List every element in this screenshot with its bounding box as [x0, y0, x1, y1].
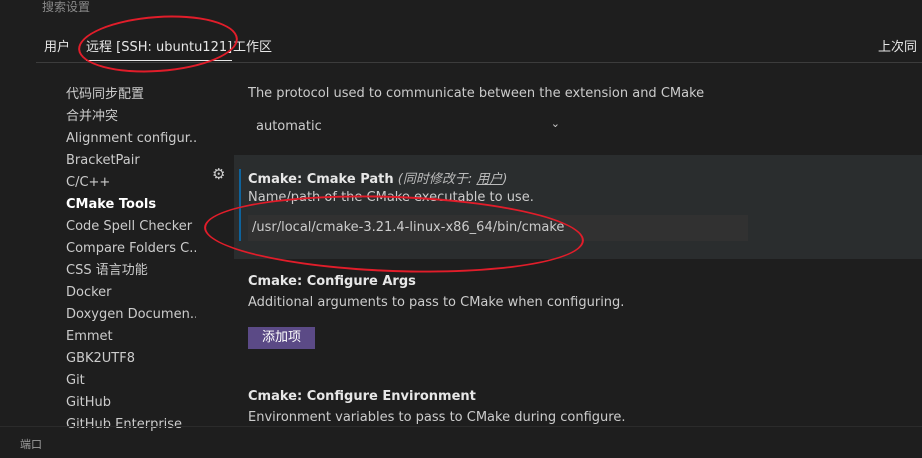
- ports-tab[interactable]: 端口: [20, 436, 42, 452]
- gear-icon[interactable]: ⚙: [212, 165, 228, 183]
- sidebar-item-alignment[interactable]: Alignment configur...: [66, 128, 196, 150]
- sidebar-item-label: CSS 语言功能: [66, 263, 148, 278]
- sidebar-item-compare-folders[interactable]: Compare Folders C...: [66, 238, 196, 260]
- sidebar-item-git[interactable]: Git: [66, 370, 196, 392]
- configure-args-description: Additional arguments to pass to CMake wh…: [248, 295, 625, 310]
- sidebar-item-doxygen[interactable]: Doxygen Documen...: [66, 304, 196, 326]
- sidebar-item-settings-sync[interactable]: 代码同步配置: [66, 84, 196, 106]
- sidebar-item-emmet[interactable]: Emmet: [66, 326, 196, 348]
- chevron-down-icon: ⌄: [550, 117, 560, 130]
- modified-elsewhere-note: (同时修改于: 用户): [397, 172, 508, 187]
- sidebar-item-bracketpair[interactable]: BracketPair: [66, 150, 196, 172]
- protocol-description: The protocol used to communicate between…: [248, 86, 705, 101]
- tab-workspace[interactable]: 工作区: [233, 36, 272, 55]
- sidebar-item-cmake-tools[interactable]: CMake Tools: [66, 194, 196, 216]
- sidebar-item-gbk2utf8[interactable]: GBK2UTF8: [66, 348, 196, 370]
- protocol-select[interactable]: automatic ⌄: [248, 114, 568, 138]
- add-item-button[interactable]: 添加项: [248, 327, 315, 349]
- sidebar-item-cpp[interactable]: C/C++: [66, 172, 196, 194]
- panel-divider: [0, 426, 922, 427]
- configure-env-description: Environment variables to pass to CMake d…: [248, 410, 626, 425]
- sidebar-item-code-spell-checker[interactable]: Code Spell Checker: [66, 216, 196, 238]
- sidebar-item-docker[interactable]: Docker: [66, 282, 196, 304]
- sidebar-item-css[interactable]: › CSS 语言功能: [66, 260, 196, 282]
- modified-in-user-link[interactable]: 用户: [476, 172, 502, 187]
- red-annotation-circle: [76, 10, 240, 78]
- last-synced-label: 上次同: [878, 40, 918, 55]
- sidebar-item-github-enterprise[interactable]: GitHub Enterprise: [66, 414, 196, 436]
- cmake-path-title: Cmake: Cmake Path: [248, 172, 394, 187]
- sidebar-item-merge-conflict[interactable]: 合并冲突: [66, 106, 196, 128]
- search-settings-label: 搜索设置: [42, 0, 91, 14]
- sidebar-item-github[interactable]: GitHub: [66, 392, 196, 414]
- configure-env-title: Cmake: Configure Environment: [248, 389, 476, 404]
- tab-user[interactable]: 用户: [44, 36, 70, 55]
- settings-toc: 代码同步配置 合并冲突 Alignment configur... Bracke…: [66, 84, 196, 436]
- protocol-select-value: automatic: [256, 118, 322, 134]
- configure-args-title: Cmake: Configure Args: [248, 274, 416, 289]
